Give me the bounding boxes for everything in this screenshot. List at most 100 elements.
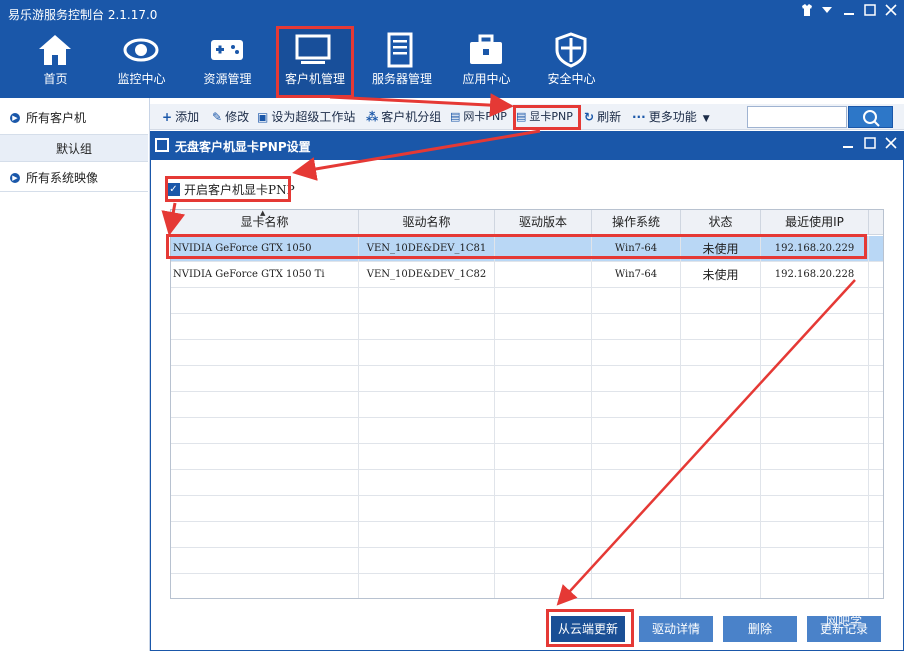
grid-line — [358, 418, 359, 444]
grid-line — [868, 522, 869, 548]
column-header[interactable]: 最近使用IP — [761, 210, 869, 235]
empty-table-row — [171, 444, 883, 470]
grid-line — [591, 340, 592, 366]
sidebar-item-all-clients[interactable]: ▶ 所有客户机 — [0, 104, 148, 132]
grid-line — [494, 496, 495, 522]
search-button[interactable] — [848, 106, 893, 128]
nav-server-management[interactable]: 服务器管理 — [363, 28, 441, 98]
nav-security-center[interactable]: 安全中心 — [534, 28, 609, 98]
column-header[interactable]: 操作系统 — [592, 210, 681, 235]
grid-line — [868, 314, 869, 340]
minimize-icon[interactable] — [839, 136, 857, 154]
status-cell: 未使用 — [681, 236, 761, 262]
grid-line — [591, 366, 592, 392]
shirt-icon[interactable] — [798, 3, 816, 21]
gpu-pnp-dialog: 无盘客户机显卡PNP设置 ✓ 开启客户机显卡PNP 显卡名称 ▲ 驱动名称 驱动… — [150, 131, 904, 651]
nav-client-management[interactable]: 客户机管理 — [276, 28, 354, 98]
empty-table-row — [171, 574, 883, 598]
sidebar-item-label: 所有系统映像 — [26, 171, 99, 185]
grid-line — [494, 522, 495, 548]
sidebar-item-default-group[interactable]: 默认组 — [0, 134, 148, 162]
grid-line — [680, 496, 681, 522]
column-header[interactable]: 驱动名称 — [359, 210, 495, 235]
close-icon[interactable] — [882, 3, 900, 21]
edit-label: 修改 — [225, 110, 250, 124]
dialog-title-bar: 无盘客户机显卡PNP设置 — [151, 132, 903, 160]
watermark: 网吧学 — [826, 614, 863, 628]
sidebar-item-all-images[interactable]: ▶ 所有系统映像 — [0, 164, 148, 192]
grid-line — [358, 574, 359, 598]
set-super-workstation-button[interactable]: ▣ 设为超级工作站 — [257, 108, 355, 126]
dialog-title: 无盘客户机显卡PNP设置 — [175, 140, 311, 154]
grid-line — [760, 470, 761, 496]
enable-gpu-pnp-label: 开启客户机显卡PNP — [184, 183, 295, 197]
more-functions-button[interactable]: ··· 更多功能 ▼ — [632, 108, 710, 126]
delete-button[interactable]: 删除 — [723, 616, 797, 642]
nav-app-center[interactable]: 应用中心 — [449, 28, 524, 98]
gpu-table: 显卡名称 ▲ 驱动名称 驱动版本 操作系统 状态 最近使用IP NVIDIA G… — [170, 209, 884, 599]
empty-table-row — [171, 548, 883, 574]
close-icon[interactable] — [882, 136, 900, 154]
chevron-right-icon: ▶ — [10, 173, 20, 183]
workstation-icon: ▣ — [257, 110, 269, 124]
nav-label: 安全中心 — [547, 72, 596, 86]
dropdown-icon[interactable] — [818, 3, 836, 21]
driver-detail-button[interactable]: 驱动详情 — [639, 616, 713, 642]
enable-gpu-pnp-checkbox[interactable]: ✓ — [167, 183, 180, 196]
grid-line — [868, 340, 869, 366]
grid-line — [680, 314, 681, 340]
empty-table-row — [171, 418, 883, 444]
maximize-icon[interactable] — [861, 3, 879, 21]
empty-table-row — [171, 288, 883, 314]
empty-table-row — [171, 496, 883, 522]
column-header[interactable]: 驱动版本 — [495, 210, 592, 235]
grid-line — [868, 470, 869, 496]
nav-monitor-center[interactable]: 监控中心 — [104, 28, 179, 98]
app-window: 易乐游服务控制台 2.1.17.0 首页 监控中心 资源管理 客户机管理 服务器… — [0, 0, 904, 651]
sidebar-item-label: 默认组 — [55, 142, 92, 156]
last-ip-cell: 192.168.20.228 — [761, 262, 869, 288]
os-cell: Win7-64 — [592, 262, 681, 288]
column-header[interactable]: 状态 — [681, 210, 761, 235]
grid-line — [591, 574, 592, 598]
grid-line — [680, 522, 681, 548]
edit-button[interactable]: ✎ 修改 — [212, 108, 249, 126]
more-icon: ··· — [632, 110, 646, 124]
nic-icon: ▤ — [450, 110, 461, 123]
refresh-button[interactable]: ↻ 刷新 — [584, 108, 621, 126]
grid-line — [760, 574, 761, 598]
driver-name-cell: VEN_10DE&DEV_1C82 — [359, 262, 495, 288]
grid-line — [760, 340, 761, 366]
server-icon — [387, 32, 413, 68]
empty-table-row — [171, 522, 883, 548]
grid-line — [868, 392, 869, 418]
driver-name-cell: VEN_10DE&DEV_1C81 — [359, 236, 495, 262]
nav-label: 客户机管理 — [284, 72, 345, 86]
search-input[interactable] — [747, 106, 847, 128]
nic-pnp-button[interactable]: ▤ 网卡PNP — [450, 108, 507, 126]
nav-home[interactable]: 首页 — [18, 28, 93, 98]
table-row[interactable]: NVIDIA GeForce GTX 1050 Ti VEN_10DE&DEV_… — [171, 262, 883, 288]
add-label: 添加 — [175, 110, 200, 124]
cloud-update-button[interactable]: 从云端更新 — [551, 616, 625, 642]
column-header-filler — [869, 210, 883, 235]
table-row[interactable]: NVIDIA GeForce GTX 1050 VEN_10DE&DEV_1C8… — [171, 236, 883, 262]
maximize-icon[interactable] — [861, 136, 879, 154]
grid-line — [868, 496, 869, 522]
grid-line — [760, 548, 761, 574]
grid-line — [680, 444, 681, 470]
grid-line — [358, 548, 359, 574]
gpu-name-cell: NVIDIA GeForce GTX 1050 Ti — [173, 262, 359, 288]
sidebar: ▶ 所有客户机 默认组 ▶ 所有系统映像 — [0, 98, 150, 651]
gpu-pnp-button[interactable]: ▤ 显卡PNP — [516, 108, 573, 126]
grid-line — [494, 470, 495, 496]
chevron-right-icon: ▶ — [10, 113, 20, 123]
grid-line — [760, 418, 761, 444]
grid-line — [868, 444, 869, 470]
nav-resource-management[interactable]: 资源管理 — [190, 28, 265, 98]
client-group-button[interactable]: ⁂ 客户机分组 — [366, 108, 441, 126]
more-label: 更多功能 — [648, 110, 697, 124]
pen-icon: ✎ — [212, 110, 223, 124]
minimize-icon[interactable] — [840, 3, 858, 21]
add-button[interactable]: + 添加 — [162, 108, 199, 126]
